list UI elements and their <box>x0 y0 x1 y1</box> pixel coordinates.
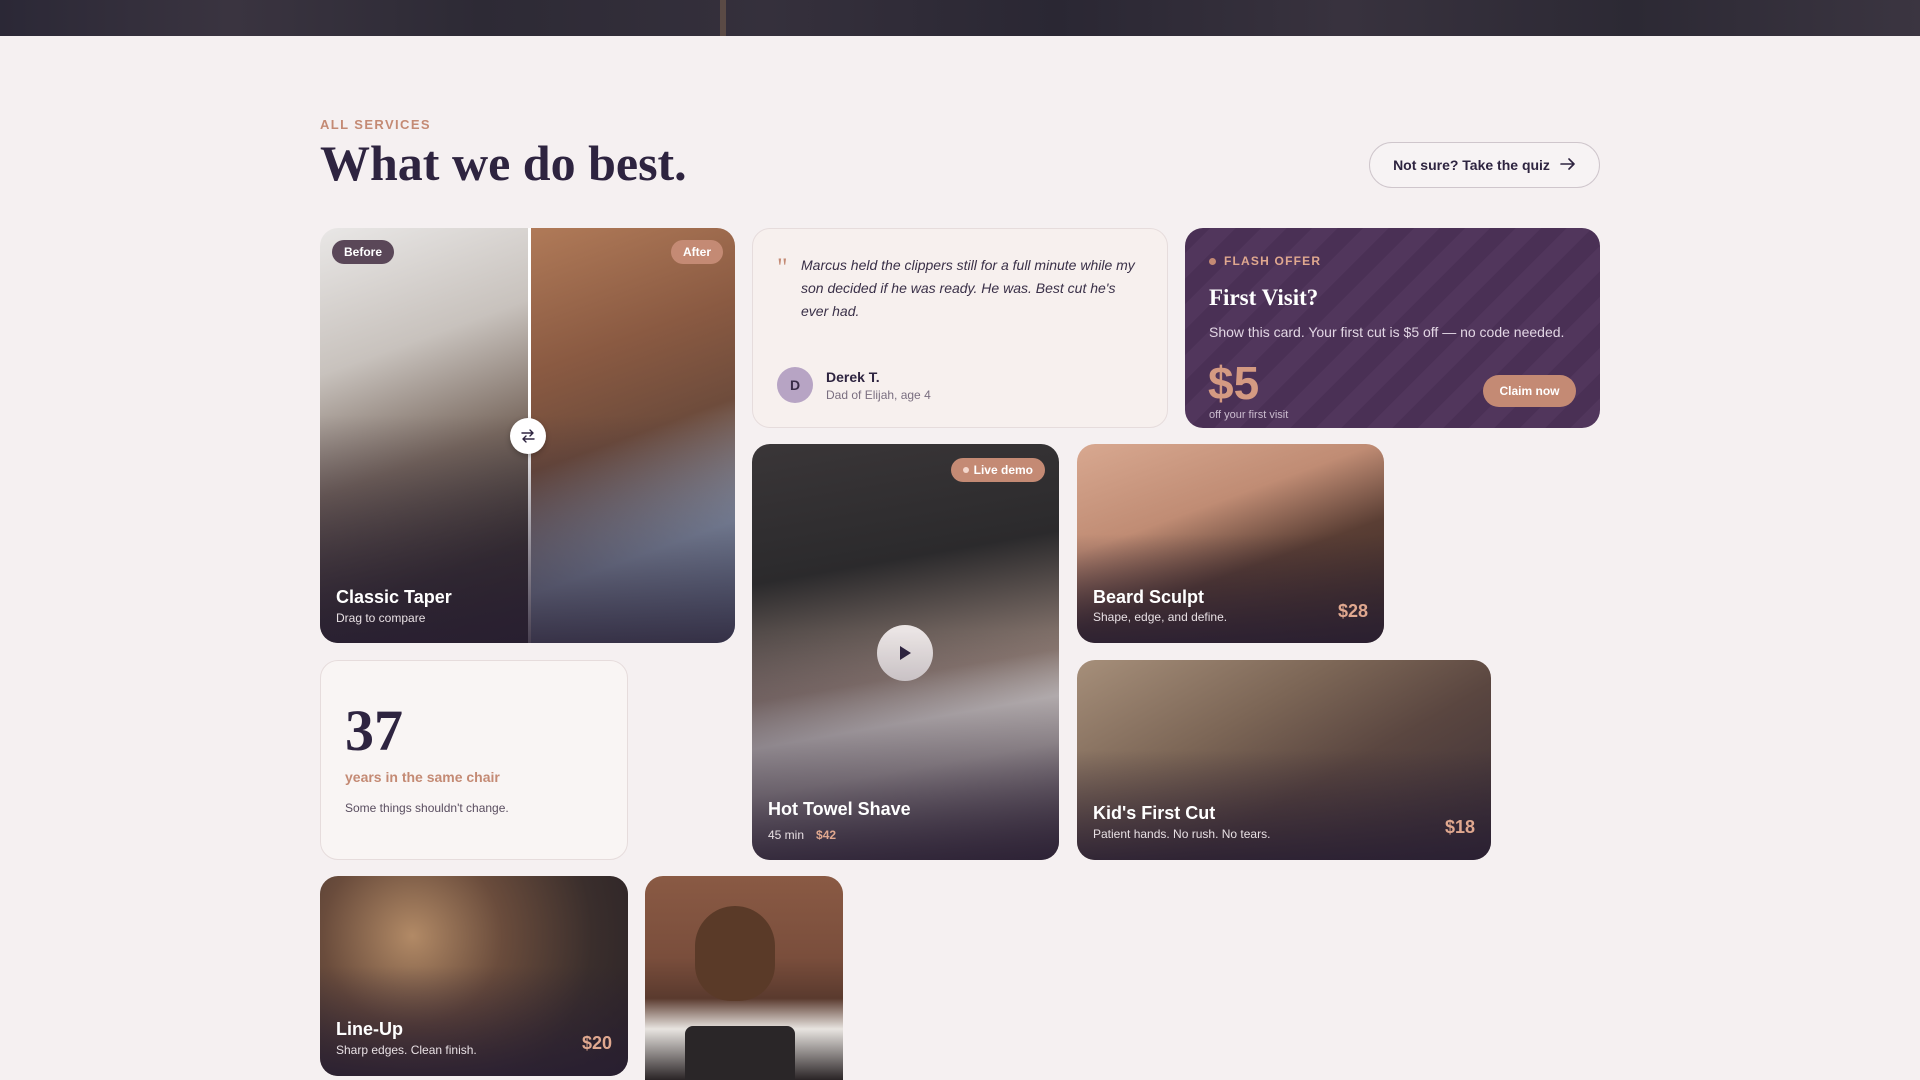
service-meta: 45 min $42 <box>768 828 836 842</box>
avatar: D <box>777 367 813 403</box>
offer-dot-icon <box>1209 257 1216 265</box>
section-title: What we do best. <box>320 135 687 191</box>
live-dot-icon <box>962 467 969 473</box>
arrow-right-icon <box>1560 157 1576 173</box>
beard-sculpt-card[interactable]: Beard Sculpt Shape, edge, and define. $2… <box>1077 444 1384 643</box>
offer-tag-label: FLASH OFFER <box>1224 254 1322 268</box>
live-demo-label: Live demo <box>973 463 1033 477</box>
card-shade <box>752 631 1059 860</box>
take-quiz-button[interactable]: Not sure? Take the quiz <box>1369 142 1600 188</box>
card-title: Hot Towel Shave <box>768 799 911 819</box>
live-demo-badge: Live demo <box>950 458 1045 482</box>
after-badge: After <box>670 240 723 264</box>
service-price: $28 <box>1337 601 1368 621</box>
offer-title: First Visit? <box>1209 285 1319 310</box>
swap-arrows-icon[interactable] <box>510 418 546 454</box>
card-subtitle: Drag to compare <box>336 611 426 625</box>
card-subtitle: Shape, edge, and define. <box>1093 610 1228 624</box>
flash-offer-card: FLASH OFFER First Visit? Show this card.… <box>1185 228 1600 428</box>
service-price: $18 <box>1444 817 1475 837</box>
hero-image-strip <box>0 0 1920 36</box>
service-duration: 45 min <box>768 828 805 842</box>
hot-towel-shave-card[interactable]: Live demo Hot Towel Shave 45 min $42 <box>752 444 1059 860</box>
testimonial-author: Derek T. <box>826 369 880 385</box>
service-price: $42 <box>816 828 837 842</box>
service-price: $20 <box>581 1033 612 1053</box>
card-subtitle: Patient hands. No rush. No tears. <box>1093 827 1271 841</box>
card-title: Line-Up <box>336 1019 403 1039</box>
section-eyebrow: ALL SERVICES <box>320 117 431 132</box>
quote-icon: " <box>777 253 788 282</box>
card-title: Kid's First Cut <box>1093 803 1216 823</box>
offer-amount-caption: off your first visit <box>1209 409 1289 421</box>
barber-portrait-photo <box>645 876 843 1080</box>
testimonial-quote: Marcus held the clippers still for a ful… <box>801 257 1135 319</box>
barber-face <box>695 906 775 1001</box>
kids-first-cut-card[interactable]: Kid's First Cut Patient hands. No rush. … <box>1077 660 1491 860</box>
stat-caption: Some things shouldn't change. <box>345 801 509 815</box>
line-up-card[interactable]: Line-Up Sharp edges. Clean finish. $20 <box>320 876 628 1076</box>
stat-number: 37 <box>345 698 403 763</box>
stat-label: years in the same chair <box>345 769 500 785</box>
testimonial-card: " Marcus held the clippers still for a f… <box>752 228 1168 428</box>
quiz-button-label: Not sure? Take the quiz <box>1393 157 1550 173</box>
offer-tag: FLASH OFFER <box>1209 254 1321 268</box>
barber-apron <box>685 1026 795 1080</box>
card-title: Beard Sculpt <box>1093 587 1205 607</box>
testimonial-author-role: Dad of Elijah, age 4 <box>826 388 931 402</box>
offer-amount: $5 <box>1208 357 1260 409</box>
years-stat-card: 37 years in the same chair Some things s… <box>320 660 628 860</box>
before-badge: Before <box>332 240 395 264</box>
claim-now-button[interactable]: Claim now <box>1483 375 1576 407</box>
card-title: Classic Taper <box>336 587 452 607</box>
offer-description: Show this card. Your first cut is $5 off… <box>1209 324 1565 340</box>
card-subtitle: Sharp edges. Clean finish. <box>336 1043 477 1057</box>
